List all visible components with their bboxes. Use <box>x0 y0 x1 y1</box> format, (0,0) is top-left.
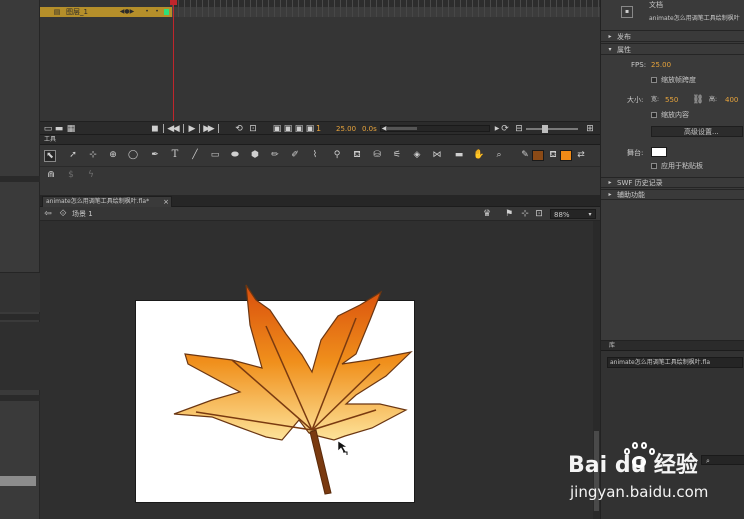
section-swf-history[interactable]: ▸ SWF 历史记录 <box>601 177 744 188</box>
section-properties[interactable]: ▾ 属性 <box>601 43 744 55</box>
publish-chevron-icon: ▸ <box>608 33 612 40</box>
leaf-body[interactable] <box>173 284 413 441</box>
stage-color-swatch[interactable] <box>651 147 667 157</box>
fps-label: FPS: <box>631 61 647 69</box>
leaf-stem[interactable] <box>309 429 332 495</box>
document-icon: ▪ <box>621 6 633 18</box>
height-label: 高: <box>709 96 718 103</box>
width-label: 宽: <box>651 96 660 103</box>
advanced-settings-label: 高级设置... <box>684 128 719 136</box>
mouse-cursor-icon <box>337 440 348 454</box>
doc-name: animate怎么用调笔工具绘制枫叶 <box>649 15 740 22</box>
baidu-watermark: Bai du 经验 jingyan.baidu.com <box>560 438 744 508</box>
accessibility-chevron-icon: ▸ <box>608 191 612 198</box>
size-label: 大小: <box>627 96 644 104</box>
scale-span-checkbox[interactable] <box>651 77 657 83</box>
library-file-dropdown[interactable]: animate怎么用调笔工具绘制枫叶.fla <box>607 357 743 368</box>
width-value[interactable]: 550 <box>665 95 678 105</box>
scale-content-label: 缩放内容 <box>661 111 689 119</box>
link-dimensions-icon[interactable]: ⛓ <box>692 95 703 105</box>
library-tab[interactable]: 库 <box>609 341 615 351</box>
swf-chevron-icon: ▸ <box>608 179 612 186</box>
height-value[interactable]: 400 <box>725 95 738 105</box>
section-publish[interactable]: ▸ 发布 <box>601 30 744 42</box>
section-publish-label: 发布 <box>617 33 631 41</box>
apply-pasteboard-label: 应用于粘贴板 <box>661 162 703 170</box>
section-accessibility[interactable]: ▸ 辅助功能 <box>601 189 744 200</box>
advanced-settings-button[interactable]: 高级设置... <box>651 126 743 137</box>
properties-chevron-icon: ▾ <box>608 46 612 53</box>
baidu-url: jingyan.baidu.com <box>570 483 709 501</box>
apply-pasteboard-checkbox[interactable] <box>651 163 657 169</box>
library-file-name: animate怎么用调笔工具绘制枫叶.fla <box>610 359 711 366</box>
section-accessibility-label: 辅助功能 <box>617 191 645 199</box>
scale-span-label: 缩放帧跨度 <box>661 76 696 84</box>
cursor-corner <box>343 451 348 455</box>
library-tab-bar: 库 <box>601 341 744 351</box>
stage-label: 舞台: <box>627 149 644 157</box>
section-properties-label: 属性 <box>617 46 631 54</box>
section-swf-label: SWF 历史记录 <box>617 179 663 187</box>
fps-value[interactable]: 25.00 <box>651 60 671 70</box>
scale-content-checkbox[interactable] <box>651 112 657 118</box>
doc-type-label: 文档 <box>649 1 663 9</box>
baidu-logo-text: Bai du 经验 <box>568 453 698 478</box>
